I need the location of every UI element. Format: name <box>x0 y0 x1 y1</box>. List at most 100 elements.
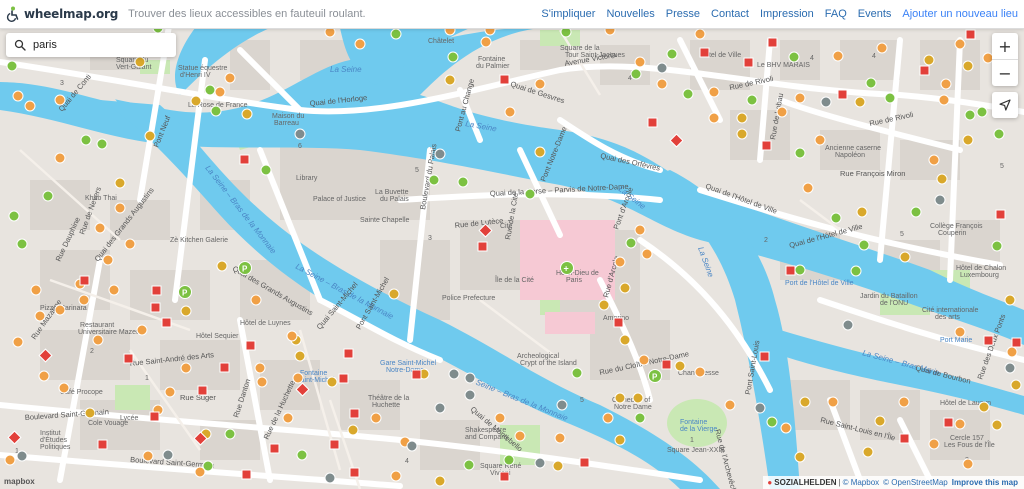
svg-text:6: 6 <box>298 143 302 150</box>
nav-events[interactable]: Events <box>858 8 892 20</box>
svg-text:Hôtel de Chalon: Hôtel de Chalon <box>956 265 1006 272</box>
improve-map-link[interactable]: Improve this map <box>952 478 1018 487</box>
svg-text:1: 1 <box>145 375 149 382</box>
svg-text:Fontaine: Fontaine <box>300 370 327 377</box>
svg-text:5: 5 <box>1000 163 1004 170</box>
nav-add-new-place[interactable]: Ajouter un nouveau lieu <box>902 8 1018 20</box>
svg-text:4: 4 <box>810 55 814 62</box>
svg-text:Théâtre de la: Théâtre de la <box>368 395 409 402</box>
svg-text:d'Henri IV: d'Henri IV <box>180 72 211 79</box>
svg-text:Le BHV MARAIS: Le BHV MARAIS <box>757 62 810 69</box>
svg-text:La Seine: La Seine <box>330 65 362 74</box>
svg-text:Cole Vouage: Cole Vouage <box>88 420 128 427</box>
map-canvas[interactable]: La Seine La Seine La Seine – Bras de la … <box>0 28 1024 489</box>
svg-text:Sainte Chapelle: Sainte Chapelle <box>360 217 410 224</box>
svg-text:Hôtel Sequier: Hôtel Sequier <box>196 333 239 340</box>
search-icon <box>14 39 26 51</box>
svg-text:des arts: des arts <box>935 314 960 321</box>
mapbox-attrib-link[interactable]: © Mapbox <box>843 478 880 487</box>
svg-text:Cité internationale: Cité internationale <box>922 307 979 314</box>
svg-text:Fontaine: Fontaine <box>478 56 505 63</box>
zoom-out-button[interactable]: − <box>992 60 1018 86</box>
svg-text:Cercle 157: Cercle 157 <box>950 435 984 442</box>
svg-text:Library: Library <box>296 175 318 182</box>
svg-text:Square René: Square René <box>480 463 521 470</box>
svg-text:Barreau: Barreau <box>274 120 299 127</box>
svg-text:Luxembourg: Luxembourg <box>960 272 999 279</box>
svg-text:du Palais: du Palais <box>380 196 409 203</box>
main-nav: S'impliquer Nouvelles Presse Contact Imp… <box>530 0 1018 28</box>
wheelchair-logo-icon <box>6 6 19 22</box>
search-box[interactable] <box>6 33 176 57</box>
svg-text:Jardin du Bataillon: Jardin du Bataillon <box>860 293 918 300</box>
svg-text:Les Fous de l'Île: Les Fous de l'Île <box>944 440 995 449</box>
svg-text:Tour Saint-Jacques: Tour Saint-Jacques <box>565 52 625 59</box>
nav-impression[interactable]: Impression <box>760 8 814 20</box>
svg-text:+: + <box>564 264 569 274</box>
svg-text:1: 1 <box>690 437 694 444</box>
svg-text:Port de l'Hôtel de Ville: Port de l'Hôtel de Ville <box>785 280 854 287</box>
svg-text:Collège François: Collège François <box>930 223 983 230</box>
svg-text:Cité: Cité <box>500 223 513 230</box>
svg-text:5: 5 <box>580 397 584 404</box>
svg-text:5: 5 <box>900 231 904 238</box>
zoom-control: + − <box>992 33 1018 86</box>
svg-text:Shakespeare: Shakespeare <box>465 427 506 434</box>
svg-text:Châtelet: Châtelet <box>428 38 454 45</box>
nav-simpliquer[interactable]: S'impliquer <box>541 8 595 20</box>
svg-text:Archeological: Archeological <box>517 353 559 360</box>
svg-text:5: 5 <box>415 167 419 174</box>
top-bar: wheelmap.org Trouver des lieux accessibl… <box>0 0 1024 29</box>
svg-text:2: 2 <box>764 237 768 244</box>
svg-text:Napoléon: Napoléon <box>835 152 865 159</box>
svg-text:4: 4 <box>405 458 409 465</box>
mapbox-logo[interactable]: mapbox <box>4 477 35 486</box>
nav-faq[interactable]: FAQ <box>825 8 847 20</box>
svg-text:de l'ONU: de l'ONU <box>880 300 908 307</box>
svg-text:Île de la Cité: Île de la Cité <box>494 275 534 284</box>
svg-text:Notre Dame: Notre Dame <box>614 404 652 411</box>
svg-text:Couperin: Couperin <box>938 230 967 237</box>
zoom-in-button[interactable]: + <box>992 33 1018 59</box>
svg-text:Gare Saint-Michel: Gare Saint-Michel <box>380 360 436 367</box>
svg-text:Rue François Miron: Rue François Miron <box>840 169 905 178</box>
svg-text:Palace of Justice: Palace of Justice <box>313 196 366 203</box>
locate-arrow-icon <box>999 99 1011 111</box>
logo-text: wheelmap.org <box>24 7 119 21</box>
svg-text:Universitaire Mazet: Universitaire Mazet <box>78 329 138 336</box>
svg-text:Square de la: Square de la <box>560 45 600 52</box>
svg-text:Ancienne caserne: Ancienne caserne <box>825 145 881 152</box>
map-graphic[interactable]: La Seine La Seine La Seine – Bras de la … <box>0 28 1024 489</box>
attrib-divider: | <box>838 478 841 487</box>
svg-text:Police Prefecture: Police Prefecture <box>442 295 495 302</box>
svg-text:and Company: and Company <box>465 434 509 441</box>
svg-text:P: P <box>182 289 188 298</box>
svg-text:Crypt of the Island: Crypt of the Island <box>520 360 577 367</box>
svg-text:Vert-Galant: Vert-Galant <box>116 64 151 71</box>
svg-text:Paris: Paris <box>566 277 582 284</box>
tagline: Trouver des lieux accessibles en fauteui… <box>128 8 366 20</box>
osm-attrib-link[interactable]: © OpenStreetMap <box>883 478 948 487</box>
wheelmap-logo[interactable]: wheelmap.org <box>6 6 118 22</box>
svg-text:Khao Thai: Khao Thai <box>85 195 117 202</box>
search-input[interactable] <box>31 38 175 52</box>
svg-text:Zè Kitchen Galerie: Zè Kitchen Galerie <box>170 237 228 244</box>
svg-text:du Palmier: du Palmier <box>476 63 510 70</box>
svg-text:P: P <box>652 373 658 382</box>
locate-button[interactable] <box>992 92 1018 118</box>
svg-text:La Buvette: La Buvette <box>375 189 409 196</box>
nav-contact[interactable]: Contact <box>711 8 749 20</box>
svg-text:Port Marie: Port Marie <box>940 337 972 344</box>
svg-text:Fontaine: Fontaine <box>680 419 707 426</box>
svg-text:Square Jean-XXIII: Square Jean-XXIII <box>667 447 724 454</box>
svg-text:de la Vierge: de la Vierge <box>680 426 717 433</box>
nav-nouvelles[interactable]: Nouvelles <box>606 8 654 20</box>
svg-text:4: 4 <box>872 53 876 60</box>
svg-text:2: 2 <box>90 348 94 355</box>
svg-text:3: 3 <box>60 80 64 87</box>
nav-presse[interactable]: Presse <box>666 8 700 20</box>
svg-text:Institut: Institut <box>40 430 61 437</box>
svg-text:3: 3 <box>428 235 432 242</box>
sozialhelden-link[interactable]: SOZIALHELDEN <box>774 478 836 487</box>
map-attribution: ● SOZIALHELDEN | © Mapbox © OpenStreetMa… <box>763 476 1024 489</box>
